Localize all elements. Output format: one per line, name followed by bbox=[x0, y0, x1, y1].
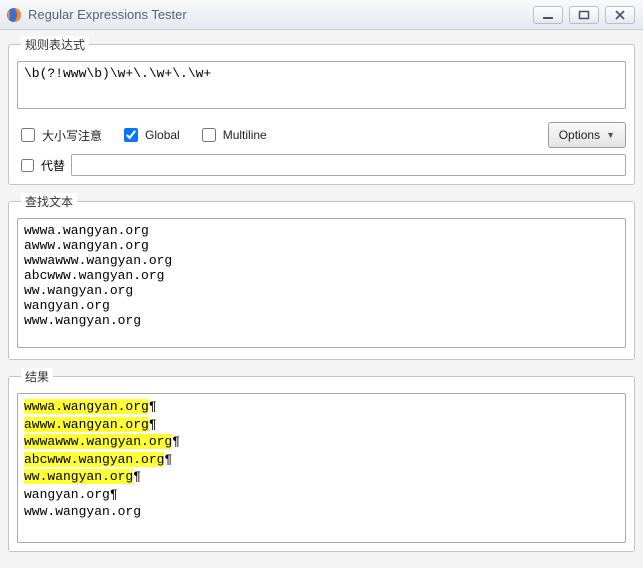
result-line: ww.wangyan.org¶ bbox=[24, 468, 619, 486]
multiline-checkbox-label[interactable]: Multiline bbox=[198, 125, 267, 145]
result-match: abcwww.wangyan.org bbox=[24, 452, 164, 467]
result-match: wwwawww.wangyan.org bbox=[24, 434, 172, 449]
search-text-legend: 查找文本 bbox=[21, 193, 77, 210]
substitute-row: 代替 bbox=[17, 154, 626, 176]
pilcrow-icon: ¶ bbox=[110, 487, 118, 502]
global-checkbox-label[interactable]: Global bbox=[120, 125, 180, 145]
result-match: ww.wangyan.org bbox=[24, 469, 133, 484]
substitute-checkbox[interactable] bbox=[21, 159, 34, 172]
substitute-label-text: 代替 bbox=[41, 157, 65, 174]
pilcrow-icon: ¶ bbox=[133, 469, 141, 484]
chevron-down-icon: ▼ bbox=[606, 130, 615, 140]
result-line: wwwawww.wangyan.org¶ bbox=[24, 433, 619, 451]
pilcrow-icon: ¶ bbox=[164, 452, 172, 467]
global-label-text: Global bbox=[145, 128, 180, 142]
search-text-input[interactable] bbox=[17, 218, 626, 348]
close-button[interactable] bbox=[605, 6, 635, 24]
search-text-fieldset: 查找文本 bbox=[8, 193, 635, 360]
pilcrow-icon: ¶ bbox=[149, 417, 157, 432]
regex-input[interactable] bbox=[17, 61, 626, 109]
result-rest: www.wangyan.org bbox=[24, 504, 141, 519]
case-checkbox[interactable] bbox=[21, 128, 35, 142]
maximize-button[interactable] bbox=[569, 6, 599, 24]
result-fieldset: 结果 wwwa.wangyan.org¶awww.wangyan.org¶www… bbox=[8, 368, 635, 552]
result-match: wwwa.wangyan.org bbox=[24, 399, 149, 414]
substitute-checkbox-label[interactable]: 代替 bbox=[17, 156, 65, 175]
result-line: wangyan.org¶ bbox=[24, 486, 619, 504]
result-line: abcwww.wangyan.org¶ bbox=[24, 451, 619, 469]
app-icon bbox=[6, 7, 22, 23]
options-button[interactable]: Options ▼ bbox=[548, 122, 626, 148]
regex-options-row: 大小写注意 Global Multiline Options ▼ bbox=[17, 122, 626, 148]
regex-fieldset: 规则表达式 大小写注意 Global Multiline Options ▼ bbox=[8, 36, 635, 185]
result-line: www.wangyan.org bbox=[24, 503, 619, 521]
multiline-checkbox[interactable] bbox=[202, 128, 216, 142]
pilcrow-icon: ¶ bbox=[149, 399, 157, 414]
case-checkbox-label[interactable]: 大小写注意 bbox=[17, 125, 102, 145]
pilcrow-icon: ¶ bbox=[172, 434, 180, 449]
result-line: awww.wangyan.org¶ bbox=[24, 416, 619, 434]
result-line: wwwa.wangyan.org¶ bbox=[24, 398, 619, 416]
result-output: wwwa.wangyan.org¶awww.wangyan.org¶wwwaww… bbox=[17, 393, 626, 543]
window-title: Regular Expressions Tester bbox=[28, 7, 533, 22]
titlebar: Regular Expressions Tester bbox=[0, 0, 643, 30]
options-button-label: Options bbox=[559, 128, 600, 142]
client-area: 规则表达式 大小写注意 Global Multiline Options ▼ bbox=[0, 30, 643, 568]
window-controls bbox=[533, 6, 635, 24]
global-checkbox[interactable] bbox=[124, 128, 138, 142]
multiline-label-text: Multiline bbox=[223, 128, 267, 142]
result-rest: wangyan.org bbox=[24, 487, 110, 502]
substitute-input[interactable] bbox=[71, 154, 626, 176]
minimize-button[interactable] bbox=[533, 6, 563, 24]
regex-legend: 规则表达式 bbox=[21, 36, 89, 53]
case-label-text: 大小写注意 bbox=[42, 127, 102, 144]
result-legend: 结果 bbox=[21, 368, 53, 385]
result-match: awww.wangyan.org bbox=[24, 417, 149, 432]
